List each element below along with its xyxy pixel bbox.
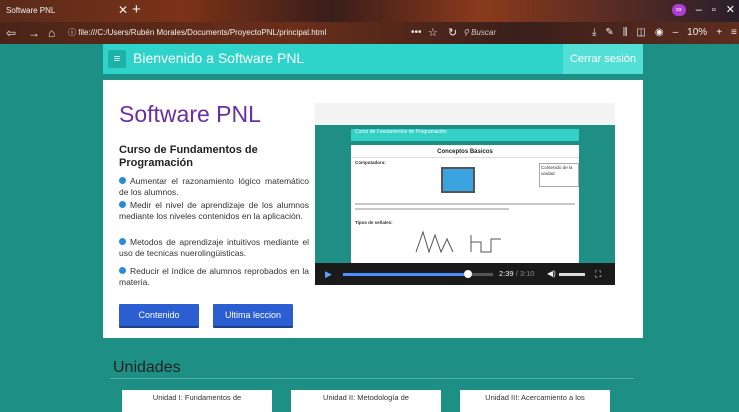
- video-controls: ▶ 2:39 / 3:10 ◀) ⛶: [315, 263, 615, 285]
- window-controls: ∞ – ▫ ✕: [671, 2, 735, 18]
- sidebar-icon[interactable]: ◫: [636, 25, 645, 41]
- info-icon[interactable]: ⓘ: [68, 28, 76, 37]
- library-icon[interactable]: ⫼: [623, 25, 628, 41]
- last-lesson-button[interactable]: Ultima leccion: [213, 304, 293, 326]
- objective-item: Medir el nivel de aprendizaje de los alu…: [119, 200, 309, 221]
- nav-bar: ⇦ → ⌂ ⓘ file:///C:/Users/Rubén Morales/D…: [0, 22, 739, 44]
- menu-icon[interactable]: ≡: [731, 25, 737, 41]
- search-input[interactable]: ⚲ Buscar: [463, 26, 583, 40]
- video-progress-bar[interactable]: [343, 270, 493, 278]
- close-icon[interactable]: ✕: [118, 3, 128, 17]
- forward-arrow-icon[interactable]: →: [28, 25, 40, 41]
- play-icon[interactable]: ▶: [325, 268, 332, 280]
- hero-card: Software PNL Curso de Fundamentos de Pro…: [103, 80, 643, 338]
- computer-icon: [441, 167, 475, 193]
- video-player[interactable]: Curso de Fundamentos de Programación Con…: [315, 103, 615, 285]
- bookmark-star-icon[interactable]: ☆: [428, 25, 438, 41]
- app-title: Software PNL: [119, 101, 261, 127]
- video-subtitle: Computadora:: [355, 160, 386, 165]
- tab-title: Software PNL: [6, 6, 56, 15]
- hamburger-menu-icon[interactable]: ≡: [108, 50, 126, 68]
- tools-icon[interactable]: ✎: [605, 25, 613, 41]
- video-time: 2:39 / 3:10: [499, 268, 534, 280]
- back-arrow-icon[interactable]: ⇦: [6, 25, 16, 41]
- video-subtitle-2: Tipos de señales:: [355, 220, 393, 225]
- units-title: Unidades: [113, 359, 181, 376]
- unit-card[interactable]: Unidad I: Fundamentos de: [122, 390, 272, 412]
- check-circle-icon: [119, 201, 126, 208]
- objective-item: Reducir el índice de alumnos reprobados …: [119, 266, 309, 287]
- search-icon: ⚲: [463, 28, 469, 37]
- new-tab-button[interactable]: +: [132, 1, 141, 19]
- toolbar-icons: ⤓ ✎ ⫼ ◫ ◉ – 10% + ≡: [592, 25, 737, 41]
- video-section-title: Conceptos Básicos: [351, 147, 579, 158]
- content-button[interactable]: Contenido: [119, 304, 199, 326]
- maximize-icon[interactable]: ▫: [712, 2, 716, 18]
- course-title: Curso de Fundamentos de Programación: [119, 144, 258, 169]
- objective-item: Aumentar el razonamiento lógico matemáti…: [119, 176, 309, 197]
- extension-icon[interactable]: ◉: [655, 25, 664, 41]
- divider: [110, 378, 634, 379]
- close-window-icon[interactable]: ✕: [726, 2, 735, 18]
- check-circle-icon: [119, 267, 126, 274]
- zoom-in-icon[interactable]: +: [716, 25, 722, 41]
- video-screen: Curso de Fundamentos de Programación Con…: [315, 125, 615, 263]
- volume-icon[interactable]: ◀): [547, 268, 556, 280]
- home-icon[interactable]: ⌂: [48, 25, 55, 41]
- signal-waveform: [415, 230, 501, 254]
- tab-strip: Software PNL ✕ + ∞ – ▫ ✕: [0, 0, 739, 22]
- current-time: 2:39: [499, 269, 514, 278]
- video-note: Contenido de la unidad: [539, 163, 579, 187]
- reload-icon[interactable]: ↻: [448, 25, 457, 41]
- video-inner-content: Conceptos Básicos Computadora: Contenido…: [351, 145, 579, 263]
- video-text-lines: [355, 203, 575, 215]
- search-placeholder: Buscar: [471, 28, 496, 37]
- unit-card[interactable]: Unidad II: Metodología de: [291, 390, 441, 412]
- check-circle-icon: [119, 238, 126, 245]
- private-mask-icon: ∞: [671, 4, 686, 16]
- video-progress-fill: [343, 273, 468, 276]
- fullscreen-icon[interactable]: ⛶: [595, 268, 601, 280]
- zoom-level[interactable]: 10%: [687, 25, 707, 41]
- objective-item: Metodos de aprendizaje intuitivos median…: [119, 237, 309, 258]
- url-text: file:///C:/Users/Rubén Morales/Documents…: [78, 28, 327, 37]
- volume-slider[interactable]: [559, 273, 585, 276]
- minimize-icon[interactable]: –: [696, 2, 702, 18]
- check-circle-icon: [119, 177, 126, 184]
- video-progress-thumb[interactable]: [463, 270, 472, 278]
- download-icon[interactable]: ⤓: [592, 25, 596, 41]
- page-actions-icon[interactable]: •••: [411, 25, 422, 41]
- unit-card[interactable]: Unidad III: Acercamiento a los: [460, 390, 610, 412]
- zoom-out-icon[interactable]: –: [673, 25, 679, 41]
- total-time: / 3:10: [513, 269, 535, 278]
- url-bar[interactable]: ⓘ file:///C:/Users/Rubén Morales/Documen…: [68, 25, 448, 41]
- video-inner-title: Curso de Fundamentos de Programación: [355, 129, 447, 135]
- header-title: Bienvenido a Software PNL: [133, 50, 305, 66]
- logout-button[interactable]: Cerrar sesión: [563, 44, 643, 74]
- browser-tab[interactable]: Software PNL: [6, 2, 116, 22]
- site-header: ≡ Bienvenido a Software PNL Cerrar sesió…: [103, 44, 643, 74]
- video-browser-frame: [315, 103, 615, 125]
